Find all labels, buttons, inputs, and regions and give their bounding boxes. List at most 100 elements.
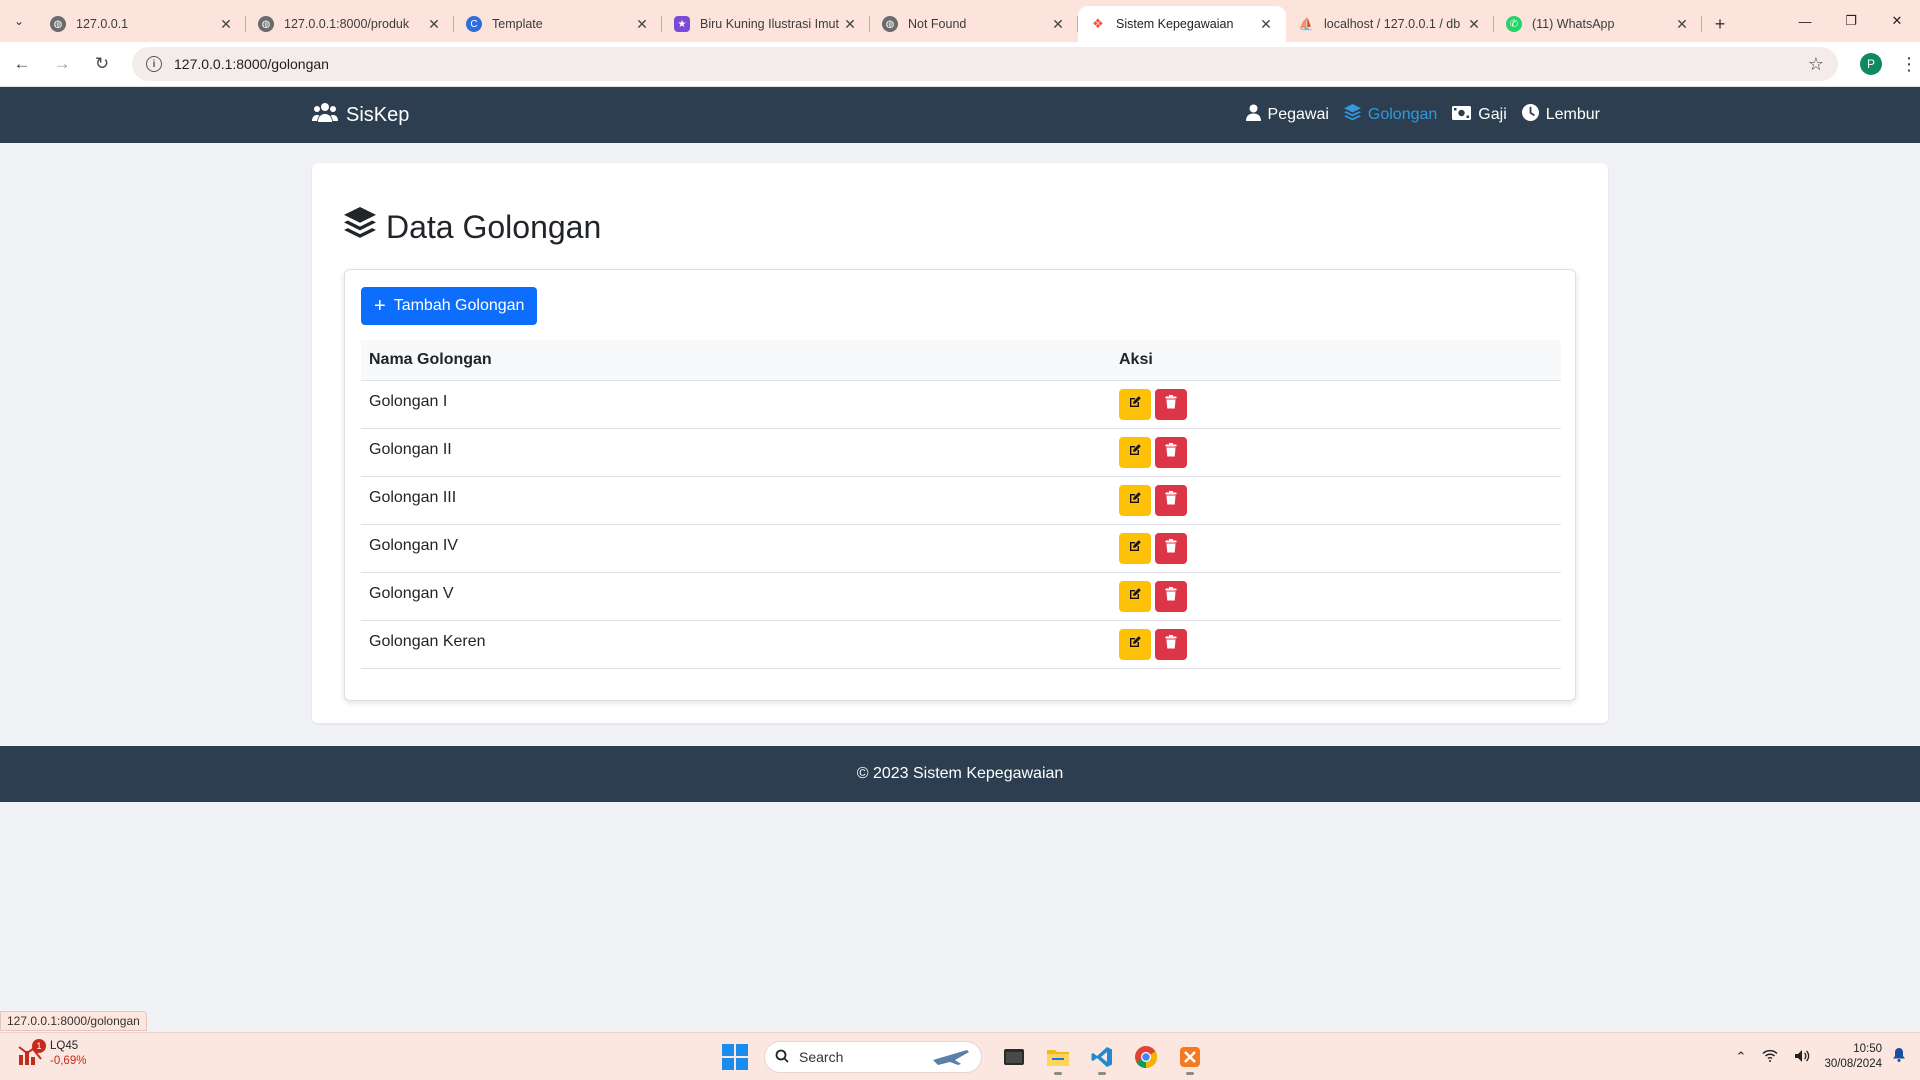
edit-button[interactable] [1119, 437, 1151, 468]
edit-icon [1128, 635, 1142, 654]
row-actions [1119, 485, 1561, 516]
add-golongan-button[interactable]: + Tambah Golongan [361, 287, 538, 325]
column-header-nama: Nama Golongan [369, 351, 492, 368]
restore-icon[interactable]: ❐ [1828, 0, 1874, 42]
golongan-name: Golongan I [369, 393, 448, 410]
browser-tab-strip: ⌄ ◍ 127.0.0.1 ✕ ◍ 127.0.0.1:8000/produk … [0, 0, 1920, 42]
delete-button[interactable] [1155, 629, 1187, 660]
edit-button[interactable] [1119, 533, 1151, 564]
minimize-icon[interactable]: — [1782, 0, 1828, 42]
reload-icon[interactable]: ↻ [84, 46, 120, 82]
whatsapp-icon: ✆ [1506, 16, 1522, 32]
notification-bell-icon[interactable] [1892, 1047, 1906, 1067]
browser-tab[interactable]: C Template ✕ [454, 6, 662, 42]
tab-search-chevron-icon[interactable]: ⌄ [0, 0, 38, 42]
taskbar-search-box[interactable]: Search [764, 1041, 982, 1073]
close-icon[interactable]: ✕ [842, 16, 858, 33]
site-info-icon[interactable]: i [146, 56, 162, 72]
edit-button[interactable] [1119, 581, 1151, 612]
chrome-icon[interactable] [1126, 1037, 1166, 1077]
taskbar-clock[interactable]: 10:50 30/08/2024 [1824, 1042, 1882, 1072]
table-card: + Tambah Golongan Nama Golongan Aksi Gol… [344, 269, 1576, 701]
window-close-icon[interactable]: ✕ [1874, 0, 1920, 42]
back-arrow-icon[interactable]: ← [4, 46, 40, 82]
golongan-name: Golongan IV [369, 537, 458, 554]
trash-icon [1165, 395, 1177, 414]
users-icon [312, 102, 338, 128]
golongan-name: Golongan III [369, 489, 457, 506]
nav-links: Pegawai Golongan Gaji Lembur [1231, 87, 1600, 143]
new-tab-plus-icon[interactable]: + [1702, 6, 1738, 42]
delete-button[interactable] [1155, 437, 1187, 468]
browser-tab[interactable]: ◍ 127.0.0.1:8000/produk ✕ [246, 6, 454, 42]
forward-arrow-icon[interactable]: → [44, 46, 80, 82]
address-url[interactable]: 127.0.0.1:8000/golongan [174, 56, 1808, 72]
browser-tab[interactable]: ★ Biru Kuning Ilustrasi Imut ✕ [662, 6, 870, 42]
xampp-icon[interactable] [1170, 1037, 1210, 1077]
edit-button[interactable] [1119, 389, 1151, 420]
delete-button[interactable] [1155, 581, 1187, 612]
row-actions [1119, 389, 1561, 420]
tray-chevron-up-icon[interactable]: ⌃ [1736, 1049, 1747, 1065]
address-bar[interactable]: i 127.0.0.1:8000/golongan ☆ [132, 47, 1838, 81]
nav-link-pegawai[interactable]: Pegawai [1245, 104, 1329, 126]
brand-name: SisKep [346, 103, 410, 126]
volume-icon[interactable] [1794, 1049, 1810, 1066]
tab-title: 127.0.0.1 [76, 17, 129, 31]
clock-time: 10:50 [1853, 1043, 1882, 1055]
globe-icon: ◍ [258, 16, 274, 32]
vscode-icon[interactable] [1082, 1037, 1122, 1077]
tab-title: Template [492, 17, 543, 31]
delete-button[interactable] [1155, 389, 1187, 420]
column-header-aksi: Aksi [1119, 351, 1153, 368]
browser-tab[interactable]: ✆ (11) WhatsApp ✕ [1494, 6, 1702, 42]
browser-tab[interactable]: ◍ Not Found ✕ [870, 6, 1078, 42]
add-golongan-label: Tambah Golongan [393, 297, 525, 314]
close-icon[interactable]: ✕ [1466, 16, 1482, 33]
edit-button[interactable] [1119, 485, 1151, 516]
profile-avatar[interactable]: P [1860, 53, 1882, 75]
nav-link-gaji[interactable]: Gaji [1452, 105, 1507, 125]
nav-link-golongan[interactable]: Golongan [1343, 104, 1437, 126]
close-icon[interactable]: ✕ [1258, 16, 1274, 33]
brand-link[interactable]: SisKep [312, 87, 409, 143]
stock-widget[interactable]: 1 LQ45 -0,69% [18, 1039, 86, 1069]
clock-date: 30/08/2024 [1824, 1058, 1882, 1070]
design-icon: ★ [674, 16, 690, 32]
browser-tab[interactable]: ⛵ localhost / 127.0.0.1 / db ✕ [1286, 6, 1494, 42]
bookmark-star-icon[interactable]: ☆ [1808, 54, 1824, 75]
golongan-table: Nama Golongan Aksi Golongan I Golongan II… [361, 340, 1561, 669]
nav-link-lembur[interactable]: Lembur [1521, 104, 1600, 126]
terminal-app-icon[interactable] [994, 1037, 1034, 1077]
table-row: Golongan II [361, 429, 1561, 477]
nav-link-label: Pegawai [1267, 106, 1329, 123]
trash-icon [1165, 491, 1177, 510]
table-row: Golongan V [361, 573, 1561, 621]
table-row: Golongan IV [361, 525, 1561, 573]
row-actions [1119, 629, 1561, 660]
wifi-icon[interactable] [1762, 1049, 1778, 1065]
user-icon [1245, 104, 1261, 126]
more-menu-icon[interactable]: ⋮ [1900, 54, 1918, 75]
close-icon[interactable]: ✕ [1050, 16, 1066, 33]
golongan-name: Golongan V [369, 585, 454, 602]
search-label: Search [799, 1049, 844, 1065]
row-actions [1119, 533, 1561, 564]
system-tray: ⌃ 10:50 30/08/2024 [1728, 1033, 1920, 1080]
close-icon[interactable]: ✕ [1674, 16, 1690, 33]
file-explorer-icon[interactable] [1038, 1037, 1078, 1077]
stock-symbol: LQ45 [50, 1040, 79, 1052]
delete-button[interactable] [1155, 485, 1187, 516]
close-icon[interactable]: ✕ [634, 16, 650, 33]
taskbar-apps: Search [722, 1033, 1212, 1080]
browser-tab-active[interactable]: ❖ Sistem Kepegawaian ✕ [1078, 6, 1286, 42]
browser-tab[interactable]: ◍ 127.0.0.1 ✕ [38, 6, 246, 42]
edit-button[interactable] [1119, 629, 1151, 660]
nav-link-label: Lembur [1545, 106, 1600, 123]
notification-badge: 1 [32, 1039, 46, 1053]
app-navbar: SisKep Pegawai Golongan Gaji Lembur [0, 87, 1920, 143]
windows-start-icon[interactable] [722, 1044, 748, 1070]
close-icon[interactable]: ✕ [218, 16, 234, 33]
delete-button[interactable] [1155, 533, 1187, 564]
close-icon[interactable]: ✕ [426, 16, 442, 33]
